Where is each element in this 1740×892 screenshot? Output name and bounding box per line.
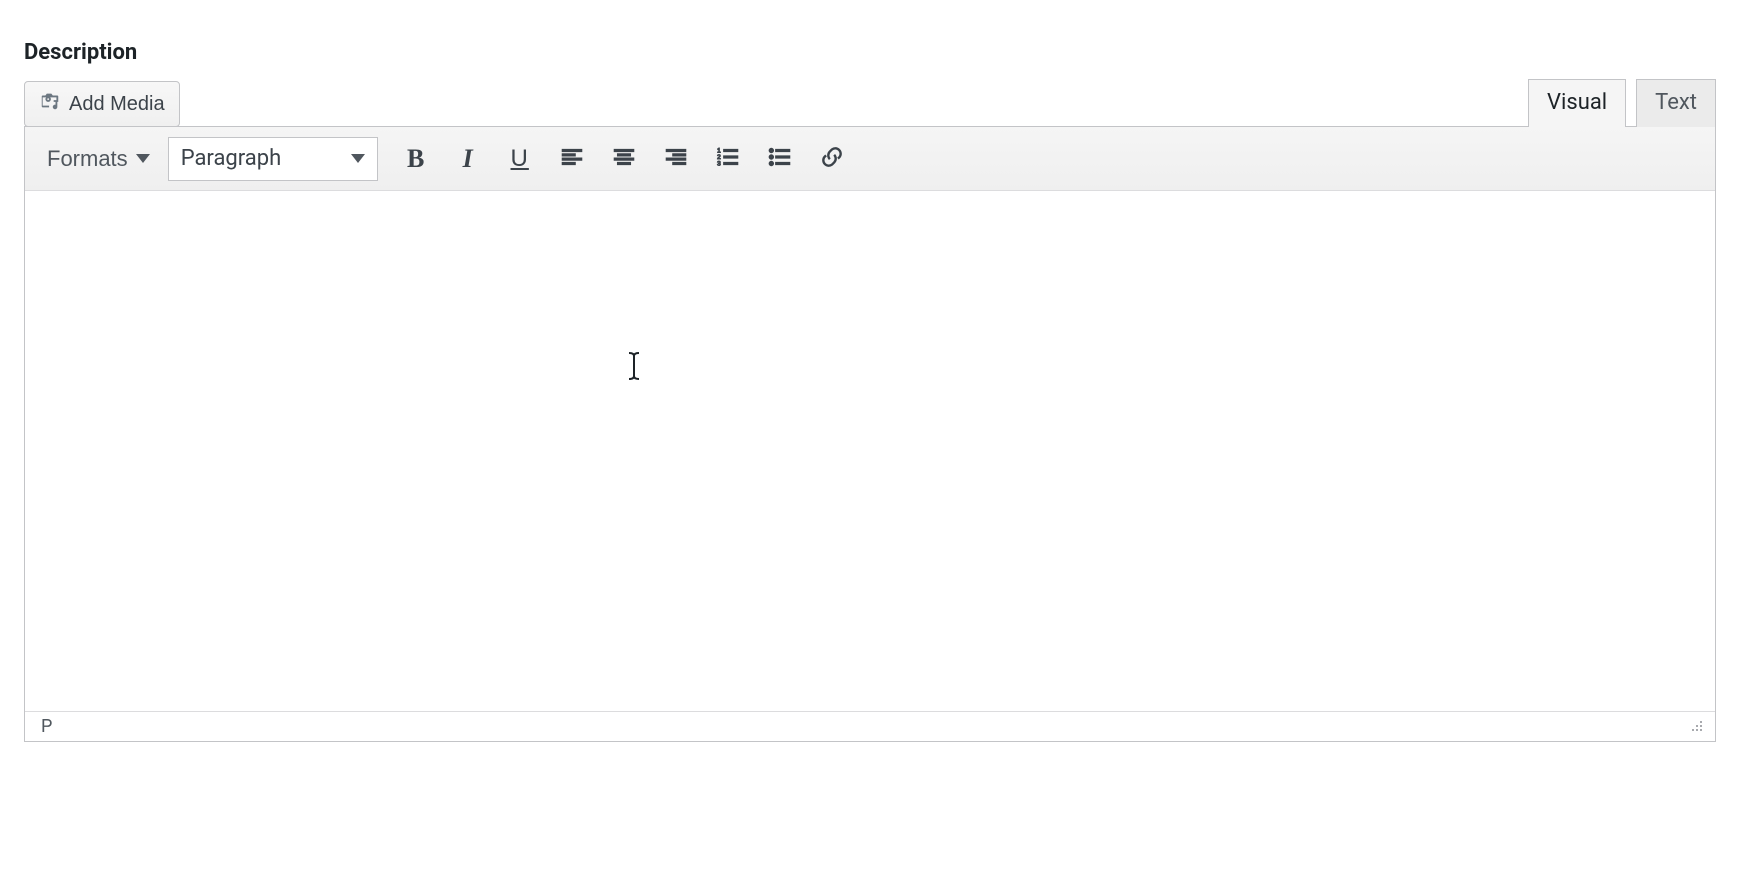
ordered-list-button[interactable]: 123 [704,135,752,183]
tab-text[interactable]: Text [1636,79,1716,127]
svg-text:3: 3 [717,161,721,168]
bold-button[interactable]: B [392,135,440,183]
editor-status-bar: P [25,711,1715,741]
formats-label: Formats [47,146,128,172]
add-media-button[interactable]: Add Media [24,81,180,127]
tab-visual[interactable]: Visual [1528,79,1626,127]
tab-text-label: Text [1655,90,1697,115]
align-right-icon [663,144,689,173]
chevron-down-icon [136,154,150,163]
align-right-button[interactable] [652,135,700,183]
text-cursor-icon [625,351,643,387]
camera-music-icon [39,90,61,118]
align-left-icon [559,144,585,173]
bold-icon: B [407,144,424,174]
editor-header-row: Add Media Visual Text [24,79,1716,127]
unordered-list-icon [767,144,793,173]
ordered-list-icon: 123 [715,144,741,173]
underline-button[interactable]: U [496,135,544,183]
block-format-select[interactable]: Paragraph [168,137,378,181]
element-path[interactable]: P [41,716,52,737]
underline-icon: U [511,145,529,173]
editor-content-area[interactable] [25,191,1715,711]
unordered-list-button[interactable] [756,135,804,183]
align-center-button[interactable] [600,135,648,183]
editor-container: Formats Paragraph B I U [24,126,1716,742]
italic-icon: I [463,144,473,174]
editor-toolbar: Formats Paragraph B I U [25,127,1715,191]
chevron-down-icon [351,154,365,163]
insert-link-button[interactable] [808,135,856,183]
editor-mode-tabs: Visual Text [1528,79,1716,127]
align-left-button[interactable] [548,135,596,183]
italic-button[interactable]: I [444,135,492,183]
formats-dropdown[interactable]: Formats [33,135,164,183]
block-format-selected: Paragraph [181,146,282,171]
link-icon [819,144,845,173]
align-center-icon [611,144,637,173]
resize-handle[interactable] [1691,716,1703,737]
add-media-label: Add Media [69,93,165,116]
tab-visual-label: Visual [1547,90,1607,115]
section-title: Description [24,40,1716,65]
